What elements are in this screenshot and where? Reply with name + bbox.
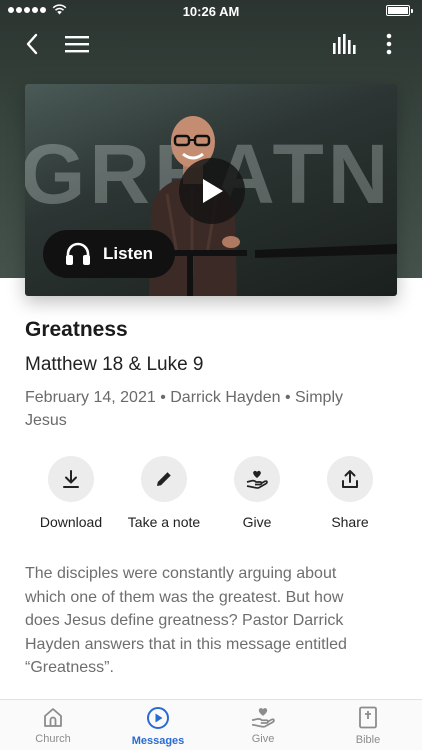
sermon-title: Greatness xyxy=(25,318,128,341)
headphones-icon xyxy=(66,242,90,265)
give-hand-heart-icon xyxy=(251,708,275,728)
download-label: Download xyxy=(39,514,103,530)
more-options-button[interactable] xyxy=(374,28,404,60)
share-icon-circle xyxy=(327,456,373,502)
tab-messages-label: Messages xyxy=(131,735,185,747)
battery-icon xyxy=(386,5,413,16)
listen-button[interactable]: Listen xyxy=(43,230,175,278)
action-row: Download Take a note Give Share xyxy=(0,456,422,536)
tab-give-label: Give xyxy=(251,733,275,745)
status-time: 10:26 AM xyxy=(182,4,240,19)
download-icon xyxy=(63,470,79,488)
bible-icon xyxy=(359,706,377,729)
play-button[interactable] xyxy=(179,158,245,224)
sermon-scripture: Matthew 18 & Luke 9 xyxy=(25,354,204,375)
church-icon xyxy=(44,708,62,727)
vertical-dots-icon xyxy=(386,33,392,55)
play-icon xyxy=(203,179,223,203)
hamburger-menu-icon xyxy=(65,36,89,53)
menu-button[interactable] xyxy=(60,28,94,60)
share-button[interactable]: Share xyxy=(295,456,405,530)
status-bar: 10:26 AM xyxy=(0,0,422,22)
pencil-icon-circle xyxy=(141,456,187,502)
sermon-meta: February 14, 2021 • Darrick Hayden • Sim… xyxy=(25,389,343,429)
audio-bars-button[interactable] xyxy=(328,28,362,60)
tab-messages[interactable]: Messages xyxy=(108,706,208,747)
bottom-tab-bar: Church Messages Give Bible xyxy=(0,699,422,750)
take-a-note-label: Take a note xyxy=(127,514,201,530)
tab-give[interactable]: Give xyxy=(213,706,313,745)
top-navigation-bar xyxy=(0,24,422,64)
give-icon-circle xyxy=(234,456,280,502)
video-thumbnail[interactable]: GREATNE Listen xyxy=(25,84,397,296)
share-label: Share xyxy=(331,514,369,530)
give-hand-heart-icon xyxy=(246,470,268,489)
audio-levels-icon xyxy=(333,34,356,54)
tab-bible-label: Bible xyxy=(355,734,381,746)
chevron-left-icon xyxy=(26,33,38,55)
download-icon-circle xyxy=(48,456,94,502)
share-icon xyxy=(342,470,358,488)
back-button[interactable] xyxy=(16,28,48,60)
give-label: Give xyxy=(242,514,272,530)
tab-bible[interactable]: Bible xyxy=(318,706,418,746)
play-circle-icon xyxy=(147,707,169,729)
tab-church-label: Church xyxy=(35,733,71,745)
stage-podium-illustration xyxy=(255,244,397,258)
sermon-description: The disciples were constantly arguing ab… xyxy=(25,565,347,676)
tab-church[interactable]: Church xyxy=(3,706,103,745)
listen-label: Listen xyxy=(103,244,154,263)
pencil-icon xyxy=(157,472,171,486)
